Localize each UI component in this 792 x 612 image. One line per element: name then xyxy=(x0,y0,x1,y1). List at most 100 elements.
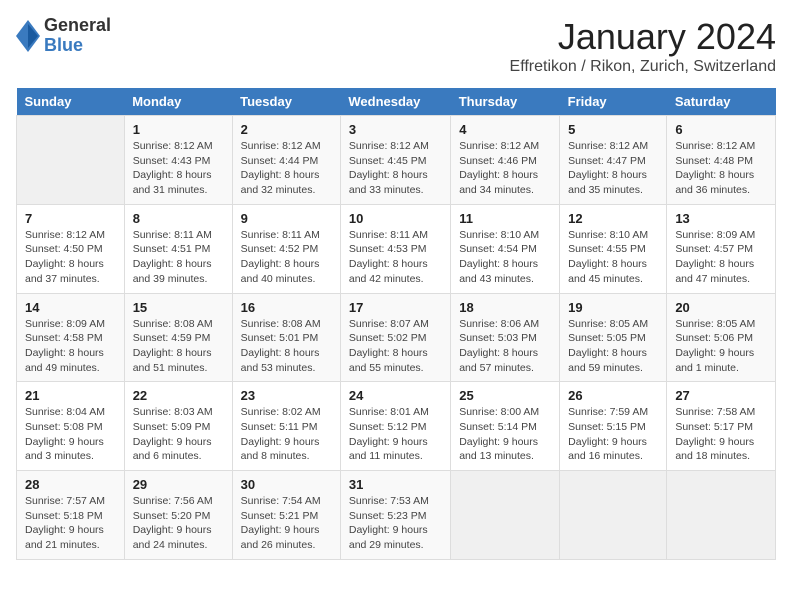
calendar-cell: 16 Sunrise: 8:08 AMSunset: 5:01 PMDaylig… xyxy=(232,293,340,382)
calendar-week-row: 7 Sunrise: 8:12 AMSunset: 4:50 PMDayligh… xyxy=(17,204,776,293)
calendar-header-sunday: Sunday xyxy=(17,88,125,116)
calendar-table: SundayMondayTuesdayWednesdayThursdayFrid… xyxy=(16,88,776,560)
calendar-week-row: 14 Sunrise: 8:09 AMSunset: 4:58 PMDaylig… xyxy=(17,293,776,382)
day-info: Sunrise: 8:10 AMSunset: 4:54 PMDaylight:… xyxy=(459,228,551,287)
day-number: 28 xyxy=(25,477,116,492)
day-number: 19 xyxy=(568,300,658,315)
calendar-cell: 18 Sunrise: 8:06 AMSunset: 5:03 PMDaylig… xyxy=(451,293,560,382)
day-number: 31 xyxy=(349,477,442,492)
calendar-cell: 24 Sunrise: 8:01 AMSunset: 5:12 PMDaylig… xyxy=(340,382,450,471)
title-section: January 2024 Effretikon / Rikon, Zurich,… xyxy=(510,16,776,76)
day-info: Sunrise: 8:12 AMSunset: 4:44 PMDaylight:… xyxy=(241,139,332,198)
day-number: 1 xyxy=(133,122,224,137)
day-info: Sunrise: 8:11 AMSunset: 4:53 PMDaylight:… xyxy=(349,228,442,287)
calendar-cell: 19 Sunrise: 8:05 AMSunset: 5:05 PMDaylig… xyxy=(560,293,667,382)
day-number: 20 xyxy=(675,300,767,315)
calendar-cell: 14 Sunrise: 8:09 AMSunset: 4:58 PMDaylig… xyxy=(17,293,125,382)
calendar-cell: 31 Sunrise: 7:53 AMSunset: 5:23 PMDaylig… xyxy=(340,471,450,560)
day-info: Sunrise: 8:01 AMSunset: 5:12 PMDaylight:… xyxy=(349,405,442,464)
day-info: Sunrise: 7:56 AMSunset: 5:20 PMDaylight:… xyxy=(133,494,224,553)
calendar-week-row: 21 Sunrise: 8:04 AMSunset: 5:08 PMDaylig… xyxy=(17,382,776,471)
calendar-cell: 6 Sunrise: 8:12 AMSunset: 4:48 PMDayligh… xyxy=(667,116,776,205)
day-info: Sunrise: 8:12 AMSunset: 4:50 PMDaylight:… xyxy=(25,228,116,287)
day-info: Sunrise: 8:05 AMSunset: 5:06 PMDaylight:… xyxy=(675,317,767,376)
day-number: 5 xyxy=(568,122,658,137)
day-info: Sunrise: 7:59 AMSunset: 5:15 PMDaylight:… xyxy=(568,405,658,464)
calendar-cell: 11 Sunrise: 8:10 AMSunset: 4:54 PMDaylig… xyxy=(451,204,560,293)
day-info: Sunrise: 8:12 AMSunset: 4:45 PMDaylight:… xyxy=(349,139,442,198)
calendar-cell: 25 Sunrise: 8:00 AMSunset: 5:14 PMDaylig… xyxy=(451,382,560,471)
calendar-cell: 5 Sunrise: 8:12 AMSunset: 4:47 PMDayligh… xyxy=(560,116,667,205)
day-number: 11 xyxy=(459,211,551,226)
calendar-header-thursday: Thursday xyxy=(451,88,560,116)
day-info: Sunrise: 7:58 AMSunset: 5:17 PMDaylight:… xyxy=(675,405,767,464)
day-number: 2 xyxy=(241,122,332,137)
day-number: 18 xyxy=(459,300,551,315)
day-info: Sunrise: 8:05 AMSunset: 5:05 PMDaylight:… xyxy=(568,317,658,376)
calendar-cell: 13 Sunrise: 8:09 AMSunset: 4:57 PMDaylig… xyxy=(667,204,776,293)
calendar-week-row: 1 Sunrise: 8:12 AMSunset: 4:43 PMDayligh… xyxy=(17,116,776,205)
calendar-cell: 2 Sunrise: 8:12 AMSunset: 4:44 PMDayligh… xyxy=(232,116,340,205)
calendar-cell: 12 Sunrise: 8:10 AMSunset: 4:55 PMDaylig… xyxy=(560,204,667,293)
calendar-header-monday: Monday xyxy=(124,88,232,116)
day-number: 27 xyxy=(675,388,767,403)
day-number: 3 xyxy=(349,122,442,137)
calendar-cell: 20 Sunrise: 8:05 AMSunset: 5:06 PMDaylig… xyxy=(667,293,776,382)
calendar-cell xyxy=(451,471,560,560)
calendar-cell: 8 Sunrise: 8:11 AMSunset: 4:51 PMDayligh… xyxy=(124,204,232,293)
calendar-cell: 9 Sunrise: 8:11 AMSunset: 4:52 PMDayligh… xyxy=(232,204,340,293)
calendar-header-tuesday: Tuesday xyxy=(232,88,340,116)
calendar-header-row: SundayMondayTuesdayWednesdayThursdayFrid… xyxy=(17,88,776,116)
day-info: Sunrise: 8:09 AMSunset: 4:57 PMDaylight:… xyxy=(675,228,767,287)
calendar-cell: 26 Sunrise: 7:59 AMSunset: 5:15 PMDaylig… xyxy=(560,382,667,471)
calendar-cell xyxy=(17,116,125,205)
calendar-cell: 3 Sunrise: 8:12 AMSunset: 4:45 PMDayligh… xyxy=(340,116,450,205)
day-number: 6 xyxy=(675,122,767,137)
day-number: 29 xyxy=(133,477,224,492)
calendar-cell: 7 Sunrise: 8:12 AMSunset: 4:50 PMDayligh… xyxy=(17,204,125,293)
day-number: 26 xyxy=(568,388,658,403)
day-info: Sunrise: 8:04 AMSunset: 5:08 PMDaylight:… xyxy=(25,405,116,464)
calendar-cell: 15 Sunrise: 8:08 AMSunset: 4:59 PMDaylig… xyxy=(124,293,232,382)
day-info: Sunrise: 8:02 AMSunset: 5:11 PMDaylight:… xyxy=(241,405,332,464)
day-info: Sunrise: 7:57 AMSunset: 5:18 PMDaylight:… xyxy=(25,494,116,553)
day-number: 13 xyxy=(675,211,767,226)
calendar-cell: 1 Sunrise: 8:12 AMSunset: 4:43 PMDayligh… xyxy=(124,116,232,205)
calendar-week-row: 28 Sunrise: 7:57 AMSunset: 5:18 PMDaylig… xyxy=(17,471,776,560)
day-info: Sunrise: 7:53 AMSunset: 5:23 PMDaylight:… xyxy=(349,494,442,553)
calendar-cell: 27 Sunrise: 7:58 AMSunset: 5:17 PMDaylig… xyxy=(667,382,776,471)
day-number: 30 xyxy=(241,477,332,492)
calendar-cell xyxy=(667,471,776,560)
day-info: Sunrise: 8:03 AMSunset: 5:09 PMDaylight:… xyxy=(133,405,224,464)
day-number: 7 xyxy=(25,211,116,226)
day-number: 16 xyxy=(241,300,332,315)
day-number: 23 xyxy=(241,388,332,403)
day-number: 10 xyxy=(349,211,442,226)
calendar-cell: 10 Sunrise: 8:11 AMSunset: 4:53 PMDaylig… xyxy=(340,204,450,293)
calendar-cell: 21 Sunrise: 8:04 AMSunset: 5:08 PMDaylig… xyxy=(17,382,125,471)
day-info: Sunrise: 8:10 AMSunset: 4:55 PMDaylight:… xyxy=(568,228,658,287)
day-info: Sunrise: 8:09 AMSunset: 4:58 PMDaylight:… xyxy=(25,317,116,376)
day-info: Sunrise: 8:11 AMSunset: 4:52 PMDaylight:… xyxy=(241,228,332,287)
location-text: Effretikon / Rikon, Zurich, Switzerland xyxy=(510,58,776,76)
day-number: 8 xyxy=(133,211,224,226)
day-number: 12 xyxy=(568,211,658,226)
day-number: 24 xyxy=(349,388,442,403)
day-info: Sunrise: 8:12 AMSunset: 4:47 PMDaylight:… xyxy=(568,139,658,198)
logo-blue-text: Blue xyxy=(44,36,111,56)
calendar-cell: 23 Sunrise: 8:02 AMSunset: 5:11 PMDaylig… xyxy=(232,382,340,471)
logo-general-text: General xyxy=(44,16,111,36)
calendar-cell: 28 Sunrise: 7:57 AMSunset: 5:18 PMDaylig… xyxy=(17,471,125,560)
day-info: Sunrise: 7:54 AMSunset: 5:21 PMDaylight:… xyxy=(241,494,332,553)
day-info: Sunrise: 8:00 AMSunset: 5:14 PMDaylight:… xyxy=(459,405,551,464)
page-header: General Blue January 2024 Effretikon / R… xyxy=(16,16,776,76)
month-title: January 2024 xyxy=(510,16,776,58)
calendar-cell: 22 Sunrise: 8:03 AMSunset: 5:09 PMDaylig… xyxy=(124,382,232,471)
day-info: Sunrise: 8:12 AMSunset: 4:46 PMDaylight:… xyxy=(459,139,551,198)
logo-icon xyxy=(16,20,40,52)
day-info: Sunrise: 8:07 AMSunset: 5:02 PMDaylight:… xyxy=(349,317,442,376)
day-info: Sunrise: 8:06 AMSunset: 5:03 PMDaylight:… xyxy=(459,317,551,376)
calendar-cell: 29 Sunrise: 7:56 AMSunset: 5:20 PMDaylig… xyxy=(124,471,232,560)
day-info: Sunrise: 8:12 AMSunset: 4:43 PMDaylight:… xyxy=(133,139,224,198)
calendar-header-friday: Friday xyxy=(560,88,667,116)
